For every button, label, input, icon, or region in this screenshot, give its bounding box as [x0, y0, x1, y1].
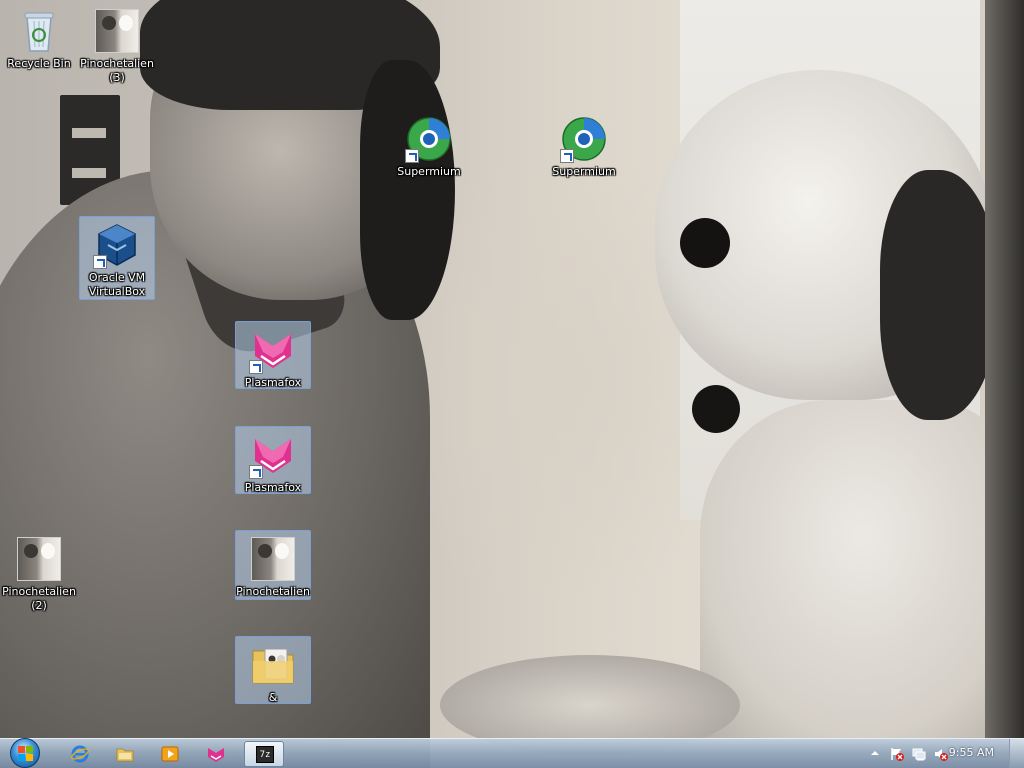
wallpaper-alien-eye [680, 218, 730, 268]
wallpaper-alien-shadow [880, 170, 1000, 420]
windows-start-orb-icon [10, 738, 40, 768]
desktop-icon-plasmafox[interactable]: Plasmafox [235, 426, 311, 494]
desktop-icon-label: Oracle VM VirtualBox [88, 271, 146, 298]
desktop-icon-label: Recycle Bin [7, 57, 71, 70]
desktop-icon-pinochetalien-3[interactable]: Pinochetalien (3) [79, 2, 155, 86]
network-icon[interactable] [912, 747, 926, 761]
taskbar: 7z 9:55 AM [0, 738, 1024, 768]
wallpaper-alien-body [700, 400, 1024, 738]
desktop-icon-label: Plasmafox [244, 481, 302, 494]
desktop-icon-recycle-bin[interactable]: Recycle Bin [1, 2, 77, 72]
show-hidden-icons-chevron-icon[interactable] [870, 748, 880, 758]
media-player-icon [161, 746, 179, 762]
desktop[interactable]: Recycle Bin Pinochetalien (3) Supermium [0, 0, 1024, 768]
system-tray: 9:55 AM [834, 739, 1024, 768]
shortcut-arrow-icon [249, 465, 263, 479]
desktop-icon-label: Supermium [552, 165, 616, 178]
desktop-icon-supermium[interactable]: Supermium [546, 110, 622, 180]
desktop-icon-ampersand-folder[interactable]: & [235, 636, 311, 704]
desktop-icon-label: Plasmafox [244, 376, 302, 389]
desktop-icon-pinochetalien-2[interactable]: Pinochetalien (2) [1, 530, 77, 614]
internet-explorer-icon [71, 745, 89, 763]
show-desktop-button[interactable] [1009, 739, 1024, 768]
folder-icon [249, 641, 297, 689]
shortcut-arrow-icon [249, 360, 263, 374]
taskbar-button-file-explorer[interactable] [105, 741, 145, 767]
desktop-icon-plasmafox[interactable]: Plasmafox [235, 321, 311, 389]
desktop-icon-pinochetalien[interactable]: Pinochetalien [235, 530, 311, 600]
desktop-icon-label: Supermium [397, 165, 461, 178]
taskbar-button-media-player[interactable] [150, 741, 190, 767]
plasmafox-icon [249, 431, 297, 479]
photo-thumbnail-icon [15, 535, 63, 583]
plasmafox-icon [249, 326, 297, 374]
wallpaper-alien-mouth [692, 385, 740, 433]
wallpaper-door-slat [72, 128, 106, 138]
desktop-icon-supermium[interactable]: Supermium [391, 110, 467, 180]
7zip-icon: 7z [256, 746, 274, 763]
supermium-browser-icon [560, 115, 608, 163]
taskbar-clock[interactable]: 9:55 AM [949, 746, 994, 759]
wallpaper-door-slat [72, 168, 106, 178]
virtualbox-icon [93, 221, 141, 269]
photo-thumbnail-icon [249, 535, 297, 583]
action-center-icon[interactable] [890, 747, 904, 761]
taskbar-button-plasmafox[interactable] [196, 741, 236, 767]
photo-thumbnail-icon [93, 7, 141, 55]
desktop-icon-label: Pinochetalien (3) [80, 57, 154, 84]
desktop-icon-virtualbox[interactable]: Oracle VM VirtualBox [79, 216, 155, 300]
desktop-icon-label: & [268, 691, 278, 704]
desktop-icon-label: Pinochetalien (2) [2, 585, 76, 612]
shortcut-arrow-icon [560, 149, 574, 163]
start-button[interactable] [6, 738, 46, 768]
recycle-bin-icon [15, 7, 63, 55]
volume-muted-icon[interactable] [934, 747, 948, 761]
taskbar-button-7zip[interactable]: 7z [244, 741, 284, 767]
desktop-icon-label: Pinochetalien [236, 585, 310, 598]
shortcut-arrow-icon [405, 149, 419, 163]
plasmafox-icon [208, 748, 224, 762]
wallpaper-man-shadow [360, 60, 455, 320]
wallpaper-dark-edge [985, 0, 1024, 738]
taskbar-button-internet-explorer[interactable] [60, 741, 100, 767]
file-explorer-icon [116, 748, 134, 762]
supermium-browser-icon [405, 115, 453, 163]
shortcut-arrow-icon [93, 255, 107, 269]
